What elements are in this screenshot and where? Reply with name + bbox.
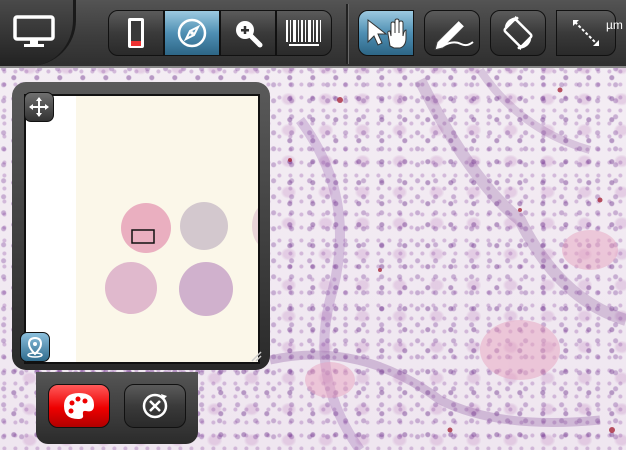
- magnifier-plus-icon: [236, 21, 263, 48]
- bottom-tools-panel: [36, 372, 198, 444]
- overview-map[interactable]: [24, 94, 260, 364]
- palette-icon: [64, 393, 94, 419]
- phone-view-icon: [128, 18, 144, 48]
- locate-button[interactable]: [20, 332, 50, 362]
- map-pin-icon: [27, 336, 43, 358]
- barcode-button[interactable]: [276, 10, 332, 56]
- home-button[interactable]: [0, 0, 76, 66]
- measure-unit-label: µm: [606, 18, 623, 32]
- compass-icon: [177, 18, 207, 48]
- zoom-button[interactable]: [220, 10, 276, 56]
- measure-button[interactable]: [556, 10, 616, 56]
- color-palette-button[interactable]: [48, 384, 110, 428]
- pencil-icon: [434, 19, 474, 50]
- move-arrows-icon: [29, 97, 49, 117]
- close-annotation-button[interactable]: [124, 384, 186, 428]
- move-overview-button[interactable]: [24, 92, 54, 122]
- pointer-pan-button[interactable]: [358, 10, 414, 56]
- rotate-button[interactable]: [490, 10, 546, 56]
- ruler-measure-icon: [573, 20, 599, 46]
- close-circle-icon: [142, 393, 168, 419]
- barcode-icon: [286, 20, 321, 46]
- navigate-button[interactable]: [164, 10, 220, 56]
- toolbar-divider: [346, 4, 348, 64]
- monitor-icon: [13, 15, 55, 47]
- rotate-icon: [503, 16, 533, 50]
- resize-grip-icon[interactable]: [250, 350, 262, 362]
- annotate-button[interactable]: [424, 10, 480, 56]
- single-slide-button[interactable]: [108, 10, 164, 56]
- view-tools-group: [108, 10, 332, 56]
- action-tools-group: [358, 10, 616, 56]
- slide-thumbnail: [105, 202, 258, 316]
- cursor-hand-icon: [367, 18, 407, 49]
- overview-panel: [12, 82, 270, 370]
- top-toolbar: µm: [0, 0, 626, 68]
